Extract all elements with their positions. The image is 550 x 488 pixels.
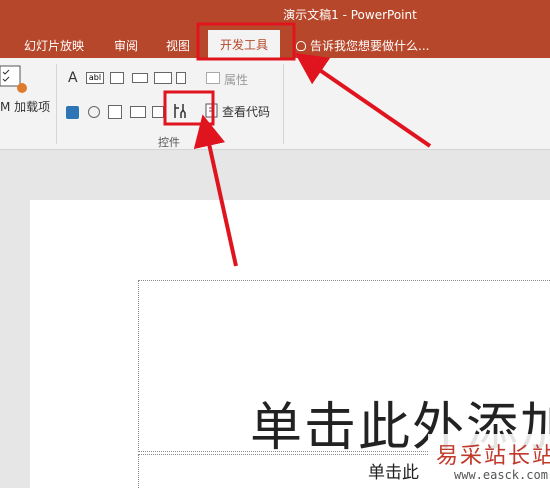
option-control-icon[interactable] bbox=[88, 106, 100, 118]
image-control-icon[interactable] bbox=[130, 106, 146, 118]
divider bbox=[283, 64, 284, 144]
view-code-icon[interactable] bbox=[204, 102, 220, 120]
lightbulb-icon bbox=[296, 41, 306, 51]
addins-icon[interactable] bbox=[0, 64, 34, 94]
controls-group-label: 控件 bbox=[158, 136, 180, 149]
button-control-icon[interactable] bbox=[132, 73, 148, 83]
label-control-icon[interactable]: A bbox=[68, 70, 78, 86]
watermark-name: 易采站长站 bbox=[436, 444, 550, 469]
tab-developer[interactable]: 开发工具 bbox=[208, 30, 281, 58]
window-title: 演示文稿1 - PowerPoint bbox=[283, 8, 417, 22]
watermark: 易采站长站 www.easck.com bbox=[428, 434, 550, 488]
ribbon: M 加载项 A abl 属性 查看代码 控件 bbox=[0, 58, 550, 150]
textbox-control-icon[interactable]: abl bbox=[86, 72, 104, 84]
tell-me-box[interactable]: 告诉我您想要做什么... bbox=[296, 37, 429, 54]
toggle-control-icon[interactable] bbox=[152, 106, 164, 118]
combobox-control-icon[interactable] bbox=[154, 72, 172, 84]
tab-view[interactable]: 视图 bbox=[166, 37, 190, 54]
scrollbar-control-icon[interactable] bbox=[176, 72, 186, 84]
spinner-control-icon[interactable] bbox=[110, 72, 124, 84]
watermark-url: www.easck.com bbox=[454, 468, 548, 482]
addins-label[interactable]: M 加载项 bbox=[0, 98, 50, 115]
checkbox-control-icon[interactable] bbox=[66, 106, 79, 119]
tab-slideshow[interactable]: 幻灯片放映 bbox=[24, 37, 84, 54]
more-controls-icon[interactable] bbox=[172, 102, 188, 120]
divider bbox=[56, 64, 57, 144]
subtitle-placeholder-text: 单击此 bbox=[368, 463, 419, 483]
tab-review[interactable]: 审阅 bbox=[114, 37, 138, 54]
properties-icon[interactable] bbox=[206, 72, 220, 84]
listbox-control-icon[interactable] bbox=[108, 105, 122, 119]
properties-label[interactable]: 属性 bbox=[224, 71, 248, 88]
view-code-label[interactable]: 查看代码 bbox=[222, 103, 270, 120]
tell-me-text: 告诉我您想要做什么... bbox=[310, 39, 430, 53]
title-bar: 演示文稿1 - PowerPoint 幻灯片放映 审阅 视图 开发工具 告诉我您… bbox=[0, 0, 550, 58]
